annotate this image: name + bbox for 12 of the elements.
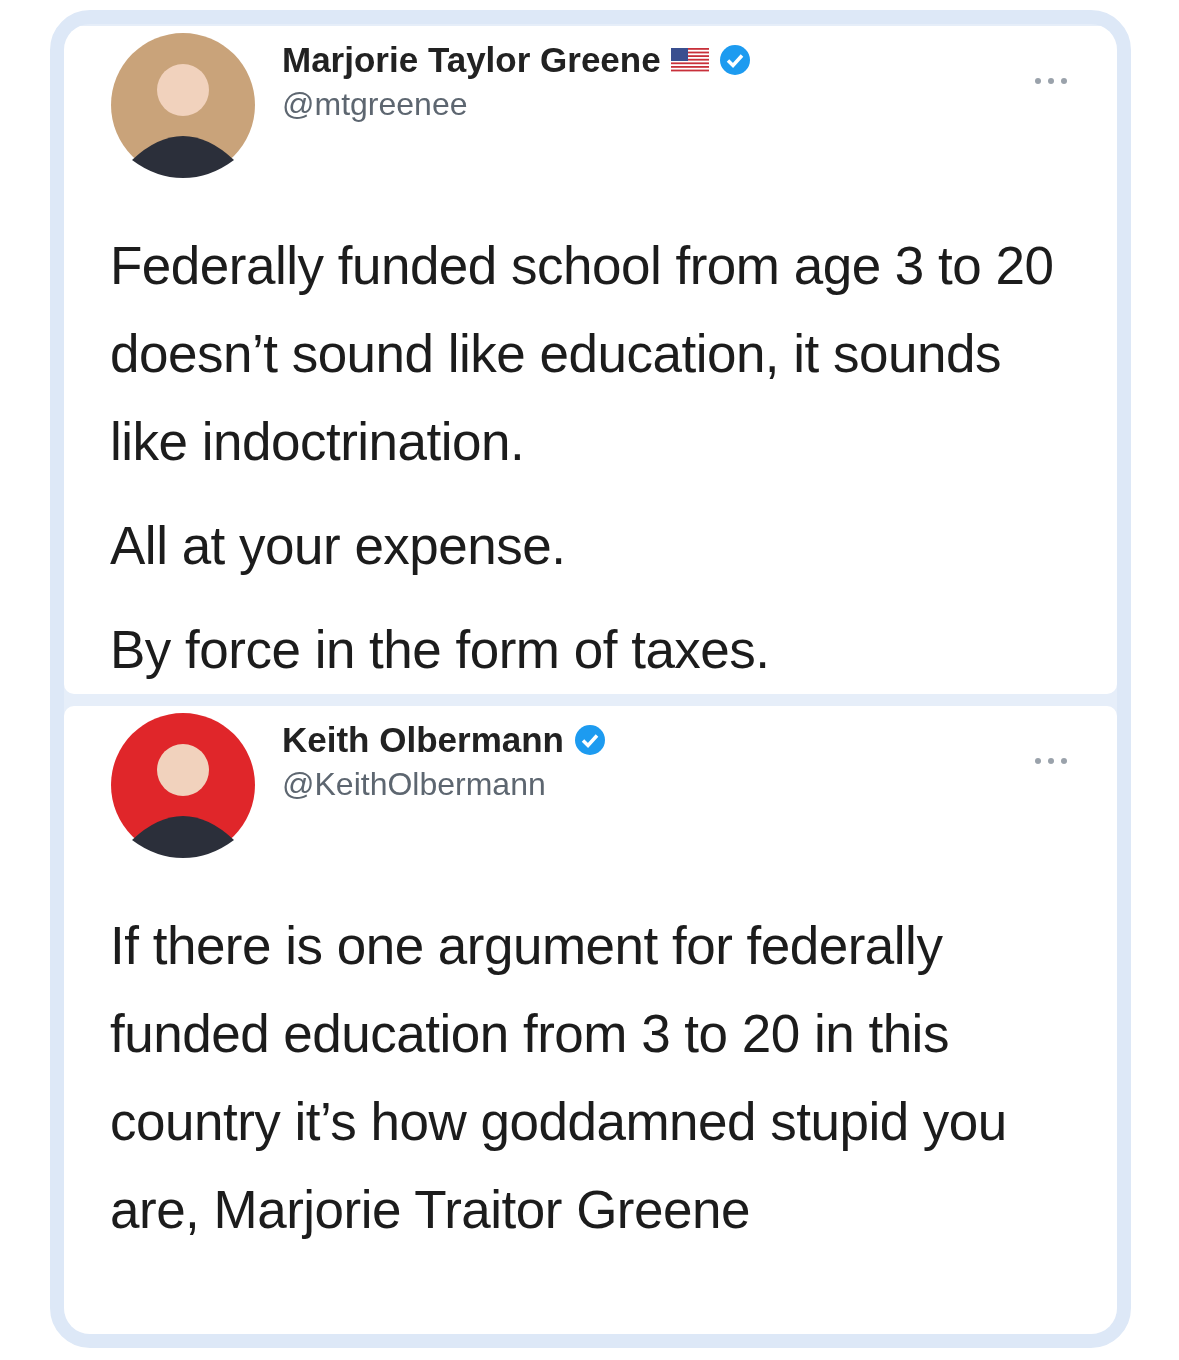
author-handle[interactable]: @mtgreenee	[282, 85, 751, 123]
tweet-text: By force in the form of taxes.	[110, 619, 771, 681]
more-icon[interactable]	[1033, 76, 1069, 86]
more-icon[interactable]	[1033, 756, 1069, 766]
author-handle[interactable]: @KeithOlbermann	[282, 765, 606, 803]
author-name[interactable]: Keith Olbermann	[282, 719, 564, 760]
author-name[interactable]: Marjorie Taylor Greene	[282, 39, 661, 80]
tweet-text: All at your expense.	[110, 515, 567, 577]
avatar[interactable]	[110, 32, 256, 178]
avatar[interactable]	[110, 712, 256, 858]
tweet-text: If there is one argument for federally funded education from 3 to 20 in this country it’s how goddamned stupid you are, Marjorie Traitor Greene	[110, 915, 1008, 1241]
tweet-text: Federally funded school from age 3 to 20 doesn’t sound like education, it sounds like indoctrination.	[110, 235, 1055, 473]
